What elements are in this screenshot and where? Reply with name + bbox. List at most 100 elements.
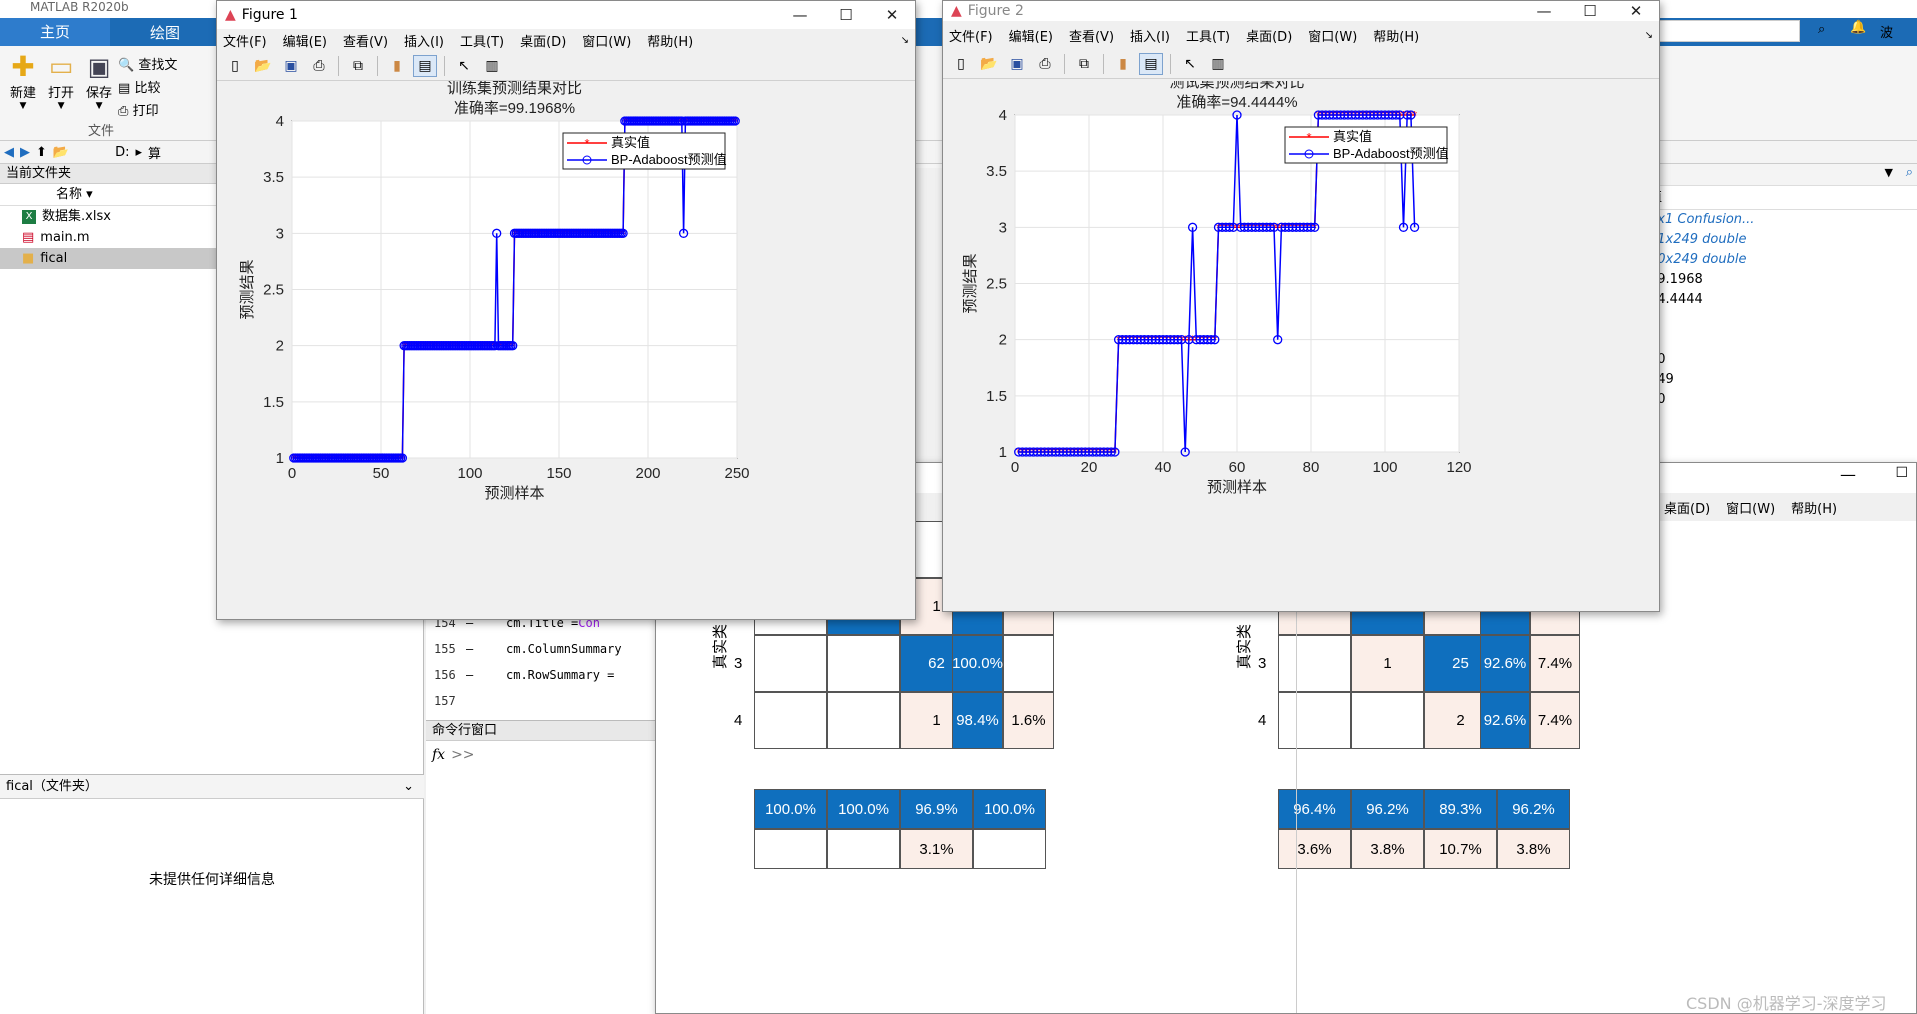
legend-label: BP-Adaboost预测值 <box>611 152 727 167</box>
pointer-icon[interactable]: ↖ <box>1178 53 1202 75</box>
details-header[interactable]: fical（文件夹） ⌄ <box>0 775 424 799</box>
fx-icon[interactable]: fx <box>432 747 445 763</box>
path-segment[interactable]: 算 <box>148 143 161 162</box>
legend-marker: * <box>1306 130 1311 145</box>
back-icon[interactable]: ◀ <box>4 145 14 160</box>
new-figure-icon[interactable]: ▯ <box>949 53 973 75</box>
find-files-button[interactable]: 🔍 查找文 <box>118 54 177 73</box>
minimize-icon[interactable]: — <box>1840 465 1856 484</box>
menu-edit[interactable]: 编辑(E) <box>283 31 327 50</box>
menu-tools[interactable]: 工具(T) <box>1186 26 1230 45</box>
workspace-value[interactable]: 99.1968 <box>1649 270 1917 290</box>
menu-view[interactable]: 查看(V) <box>1069 26 1114 45</box>
path-root[interactable]: D: <box>115 145 129 160</box>
print-icon[interactable]: ⎙ <box>307 55 331 77</box>
print-button[interactable]: ⎙ 打印 <box>118 100 177 119</box>
workspace-value[interactable]: 1 <box>1649 310 1917 330</box>
editor-line[interactable]: 157 <box>426 688 658 714</box>
dock-arrow-icon[interactable]: ↘ <box>1645 30 1653 41</box>
menu-file[interactable]: 文件(F) <box>949 26 993 45</box>
bell-icon[interactable]: 🔔 <box>1850 20 1866 35</box>
menu-help[interactable]: 帮助(H) <box>1373 26 1419 45</box>
menu-insert[interactable]: 插入(I) <box>1130 26 1170 45</box>
property-editor-icon[interactable]: ▥ <box>1206 53 1230 75</box>
menu-desktop[interactable]: 桌面(D) <box>1246 26 1292 45</box>
open-button[interactable]: ▭ 打开 ▼ <box>48 52 74 111</box>
legend-label: 真实值 <box>1333 129 1372 144</box>
new-figure-icon[interactable]: ▯ <box>223 55 247 77</box>
new-button[interactable]: ✚ 新建 ▼ <box>10 52 36 112</box>
menu-help[interactable]: 帮助(H) <box>647 31 693 50</box>
figure1-titlebar[interactable]: ▲ Figure 1 — ☐ ✕ <box>217 1 915 29</box>
menu-insert[interactable]: 插入(I) <box>404 31 444 50</box>
save-icon[interactable]: ▣ <box>1005 53 1029 75</box>
menu-window[interactable]: 窗口(W) <box>1726 498 1775 517</box>
workspace-value[interactable]: 10 <box>1649 350 1917 370</box>
close-button[interactable]: ✕ <box>1613 2 1659 20</box>
save-icon[interactable]: ▣ <box>279 55 303 77</box>
menu-desktop[interactable]: 桌面(D) <box>520 31 566 50</box>
figure1-plot: 0 50 100 150 200 250 1 1.5 2 2.5 3 3.5 4 训练集预测结果对比 准确率… <box>217 80 915 619</box>
menu-window[interactable]: 窗口(W) <box>1308 26 1357 45</box>
y-tick-label: 1.5 <box>986 388 1007 405</box>
workspace-value[interactable]: 11x249 double <box>1649 230 1917 250</box>
cm-col-summary-correct: 96.4% <box>1278 789 1351 829</box>
link-plot-icon[interactable]: ⧉ <box>1072 53 1096 75</box>
dock-arrow-icon[interactable]: ↘ <box>901 35 909 46</box>
editor-line[interactable]: 155— cm.ColumnSummary <box>426 636 658 662</box>
link-plot-icon[interactable]: ⧉ <box>346 55 370 77</box>
pointer-icon[interactable]: ↖ <box>452 55 476 77</box>
menu-tools[interactable]: 工具(T) <box>460 31 504 50</box>
print-icon[interactable]: ⎙ <box>1033 53 1057 75</box>
menu-desktop[interactable]: 桌面(D) <box>1664 498 1710 517</box>
workspace-value[interactable]: 1x1 Confusion... <box>1649 210 1917 230</box>
menu-window[interactable]: 窗口(W) <box>582 31 631 50</box>
y-tick-label: 4 <box>999 107 1007 124</box>
legend-icon[interactable]: ▤ <box>1139 52 1163 75</box>
browse-icon[interactable]: 📂 <box>53 145 69 160</box>
maximize-button[interactable]: ☐ <box>823 6 869 24</box>
menu-help[interactable]: 帮助(H) <box>1791 498 1837 517</box>
tab-plots[interactable]: 绘图 <box>110 22 220 43</box>
editor-line[interactable]: 156— cm.RowSummary = <box>426 662 658 688</box>
tab-home[interactable]: 主页 <box>0 18 111 46</box>
workspace-value[interactable]: 249 <box>1649 370 1917 390</box>
up-folder-icon[interactable]: ⬆ <box>36 145 47 160</box>
minimize-button[interactable]: — <box>1521 2 1567 20</box>
x-tick-label: 120 <box>1446 459 1471 476</box>
compare-button[interactable]: ▤ 比较 <box>118 77 177 96</box>
figure2-titlebar[interactable]: ▲ Figure 2 — ☐ ✕ <box>943 1 1659 21</box>
cm-col-summary-error <box>827 829 900 869</box>
workspace-col-value[interactable]: 值 <box>1621 186 1917 210</box>
colorbar-icon[interactable]: ▮ <box>1111 53 1135 75</box>
legend-icon[interactable]: ▤ <box>413 54 437 77</box>
menu-file[interactable]: 文件(F) <box>223 31 267 50</box>
save-button[interactable]: ▣ 保存 ▼ <box>86 52 112 111</box>
x-tick-label: 50 <box>373 465 390 482</box>
figure1-title: Figure 1 <box>241 7 298 23</box>
property-editor-icon[interactable]: ▥ <box>480 55 504 77</box>
menu-edit[interactable]: 编辑(E) <box>1009 26 1053 45</box>
close-button[interactable]: ✕ <box>869 6 915 24</box>
figure2-title: Figure 2 <box>967 3 1024 19</box>
cm-row-label: 3 <box>1258 654 1267 672</box>
workspace-filter-bar[interactable]: ▼ ⌕ <box>1621 164 1917 186</box>
menu-view[interactable]: 查看(V) <box>343 31 388 50</box>
figure2-menubar: 文件(F) 编辑(E) 查看(V) 插入(I) 工具(T) 桌面(D) 窗口(W… <box>943 21 1659 49</box>
workspace-value[interactable]: 10x249 double <box>1649 250 1917 270</box>
maximize-button[interactable]: ☐ <box>1567 2 1613 20</box>
cm-cell <box>1278 692 1351 749</box>
open-file-icon[interactable]: 📂 <box>977 53 1001 75</box>
search-icon[interactable]: ⌕ <box>1818 22 1825 37</box>
forward-icon[interactable]: ▶ <box>20 145 30 160</box>
workspace-value[interactable]: 10 <box>1649 390 1917 410</box>
open-file-icon[interactable]: 📂 <box>251 55 275 77</box>
user-menu[interactable]: 波 <box>1880 22 1893 41</box>
maximize-icon[interactable]: ☐ <box>1895 465 1908 481</box>
colorbar-icon[interactable]: ▮ <box>385 55 409 77</box>
workspace-value[interactable]: 94.4444 <box>1649 290 1917 310</box>
minimize-button[interactable]: — <box>777 6 823 24</box>
workspace-value[interactable]: 6 <box>1649 330 1917 350</box>
y-tick-label: 2.5 <box>263 282 284 299</box>
command-window[interactable]: 命令行窗口 fx >> <box>426 720 658 1014</box>
